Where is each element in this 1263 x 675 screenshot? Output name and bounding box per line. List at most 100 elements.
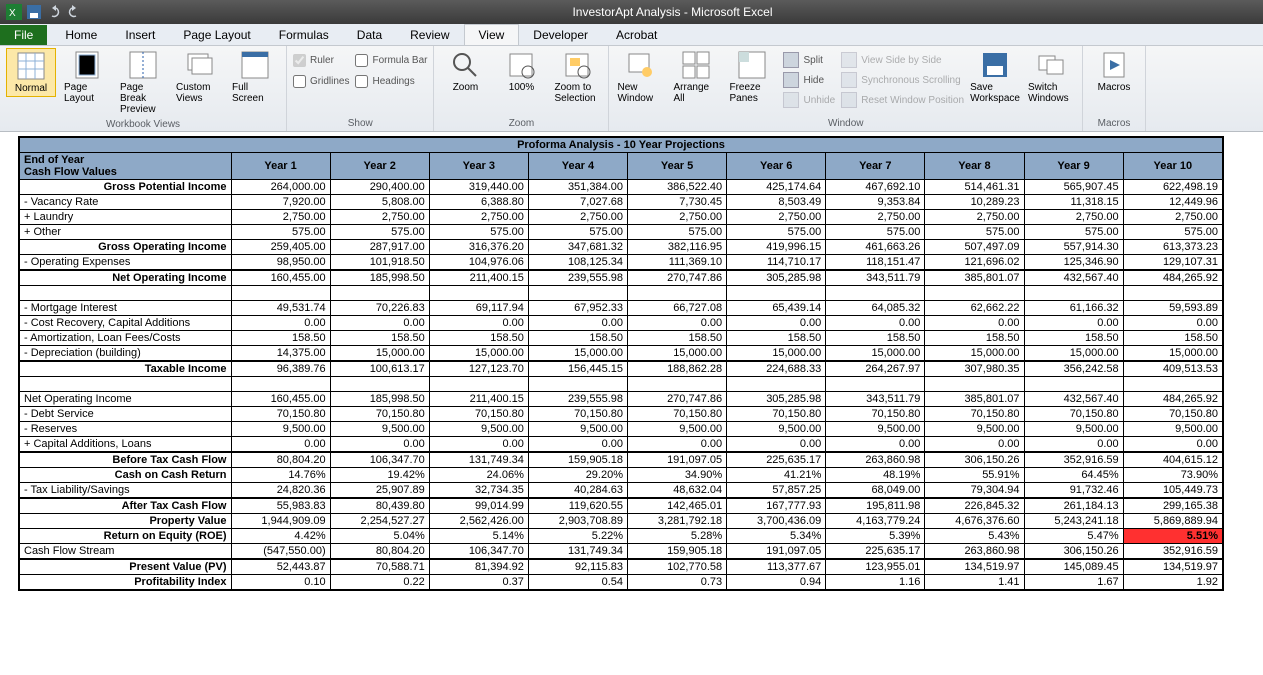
table-row[interactable]: Profitability Index0.100.220.370.540.730… <box>19 575 1223 591</box>
cell[interactable]: 5.04% <box>330 529 429 544</box>
split-button[interactable]: Split <box>783 52 835 68</box>
cell[interactable]: 409,513.53 <box>1123 361 1223 377</box>
table-row[interactable]: + Capital Additions, Loans0.000.000.000.… <box>19 437 1223 453</box>
cell[interactable]: 61,166.32 <box>1024 301 1123 316</box>
cell[interactable]: 70,150.80 <box>925 407 1024 422</box>
cell[interactable]: 9,500.00 <box>925 422 1024 437</box>
cell[interactable]: 425,174.64 <box>727 180 826 195</box>
cell[interactable]: 386,522.40 <box>628 180 727 195</box>
cell[interactable]: 2,750.00 <box>330 210 429 225</box>
cell[interactable]: 261,184.13 <box>1024 498 1123 514</box>
cell[interactable]: 167,777.93 <box>727 498 826 514</box>
cell[interactable]: 343,511.79 <box>826 392 925 407</box>
cell[interactable]: 0.10 <box>231 575 330 591</box>
cell[interactable]: 52,443.87 <box>231 559 330 575</box>
cell[interactable]: 98,950.00 <box>231 255 330 271</box>
cell[interactable]: 9,500.00 <box>231 422 330 437</box>
cell[interactable]: 575.00 <box>528 225 627 240</box>
cell[interactable]: 70,150.80 <box>231 407 330 422</box>
cell[interactable]: 49,531.74 <box>231 301 330 316</box>
cell[interactable]: 211,400.15 <box>429 270 528 286</box>
formula-bar-checkbox[interactable]: Formula Bar <box>355 54 427 67</box>
cell[interactable]: 467,692.10 <box>826 180 925 195</box>
cell[interactable]: 80,804.20 <box>231 452 330 468</box>
arrange-all-button[interactable]: Arrange All <box>671 48 721 106</box>
cell[interactable]: 2,254,527.27 <box>330 514 429 529</box>
cell[interactable]: 119,620.55 <box>528 498 627 514</box>
cell[interactable]: 55.91% <box>925 468 1024 483</box>
cell[interactable]: 5.47% <box>1024 529 1123 544</box>
table-row[interactable]: - Reserves9,500.009,500.009,500.009,500.… <box>19 422 1223 437</box>
cell[interactable]: 106,347.70 <box>330 452 429 468</box>
cell[interactable]: 70,150.80 <box>628 407 727 422</box>
cell[interactable]: 14.76% <box>231 468 330 483</box>
cell[interactable]: 1.41 <box>925 575 1024 591</box>
cell[interactable]: 5,869,889.94 <box>1123 514 1223 529</box>
cell[interactable]: 7,027.68 <box>528 195 627 210</box>
cell[interactable]: 263,860.98 <box>826 452 925 468</box>
cell[interactable]: (547,550.00) <box>231 544 330 560</box>
cell[interactable]: 9,500.00 <box>528 422 627 437</box>
tab-review[interactable]: Review <box>396 25 463 45</box>
cell[interactable]: 160,455.00 <box>231 392 330 407</box>
cell[interactable]: 0.00 <box>925 316 1024 331</box>
cell[interactable]: 66,727.08 <box>628 301 727 316</box>
freeze-panes-button[interactable]: Freeze Panes <box>727 48 777 106</box>
cell[interactable]: 40,284.63 <box>528 483 627 499</box>
cell[interactable]: 10,289.23 <box>925 195 1024 210</box>
cell[interactable]: 70,588.71 <box>330 559 429 575</box>
cell[interactable]: 0.73 <box>628 575 727 591</box>
cell[interactable]: 191,097.05 <box>727 544 826 560</box>
cell[interactable]: 0.00 <box>925 437 1024 453</box>
cell[interactable]: 64.45% <box>1024 468 1123 483</box>
cell[interactable]: 5.51% <box>1123 529 1223 544</box>
cell[interactable]: 575.00 <box>330 225 429 240</box>
cell[interactable]: 70,150.80 <box>330 407 429 422</box>
table-row[interactable] <box>19 377 1223 392</box>
cell[interactable]: 9,500.00 <box>429 422 528 437</box>
cell[interactable]: 2,750.00 <box>528 210 627 225</box>
ruler-checkbox[interactable]: Ruler <box>293 54 349 67</box>
cell[interactable]: 191,097.05 <box>628 452 727 468</box>
cell[interactable]: 2,750.00 <box>429 210 528 225</box>
cell[interactable]: 41.21% <box>727 468 826 483</box>
cell[interactable]: 259,405.00 <box>231 240 330 255</box>
cell[interactable]: 106,347.70 <box>429 544 528 560</box>
cell[interactable]: 25,907.89 <box>330 483 429 499</box>
cell[interactable]: 114,710.17 <box>727 255 826 271</box>
table-row[interactable]: + Other575.00575.00575.00575.00575.00575… <box>19 225 1223 240</box>
cell[interactable]: 123,955.01 <box>826 559 925 575</box>
cell[interactable]: 264,267.97 <box>826 361 925 377</box>
cell[interactable]: 64,085.32 <box>826 301 925 316</box>
cell[interactable]: 159,905.18 <box>528 452 627 468</box>
cell[interactable]: 239,555.98 <box>528 392 627 407</box>
table-row[interactable]: + Laundry2,750.002,750.002,750.002,750.0… <box>19 210 1223 225</box>
table-row[interactable]: Gross Operating Income259,405.00287,917.… <box>19 240 1223 255</box>
cell[interactable]: 12,449.96 <box>1123 195 1223 210</box>
cell[interactable]: 111,369.10 <box>628 255 727 271</box>
table-row[interactable]: Net Operating Income160,455.00185,998.50… <box>19 392 1223 407</box>
cell[interactable]: 79,304.94 <box>925 483 1024 499</box>
table-row[interactable]: - Operating Expenses98,950.00101,918.501… <box>19 255 1223 271</box>
table-row[interactable]: Present Value (PV)52,443.8770,588.7181,3… <box>19 559 1223 575</box>
macros-button[interactable]: Macros <box>1089 48 1139 95</box>
cell[interactable]: 0.00 <box>1123 316 1223 331</box>
cell[interactable]: 9,353.84 <box>826 195 925 210</box>
cell[interactable]: 9,500.00 <box>826 422 925 437</box>
table-row[interactable]: Net Operating Income160,455.00185,998.50… <box>19 270 1223 286</box>
cell[interactable]: 622,498.19 <box>1123 180 1223 195</box>
table-row[interactable]: - Vacancy Rate7,920.005,808.006,388.807,… <box>19 195 1223 210</box>
cell[interactable]: 461,663.26 <box>826 240 925 255</box>
cell[interactable]: 514,461.31 <box>925 180 1024 195</box>
table-row[interactable]: Before Tax Cash Flow80,804.20106,347.701… <box>19 452 1223 468</box>
cell[interactable]: 0.37 <box>429 575 528 591</box>
cell[interactable]: 158.50 <box>727 331 826 346</box>
cell[interactable]: 32,734.35 <box>429 483 528 499</box>
cell[interactable]: 70,150.80 <box>1024 407 1123 422</box>
cell[interactable]: 15,000.00 <box>528 346 627 362</box>
cell[interactable]: 99,014.99 <box>429 498 528 514</box>
cell[interactable]: 24,820.36 <box>231 483 330 499</box>
cell[interactable]: 0.00 <box>429 437 528 453</box>
page-layout-button[interactable]: Page Layout <box>62 48 112 106</box>
cell[interactable]: 1,944,909.09 <box>231 514 330 529</box>
